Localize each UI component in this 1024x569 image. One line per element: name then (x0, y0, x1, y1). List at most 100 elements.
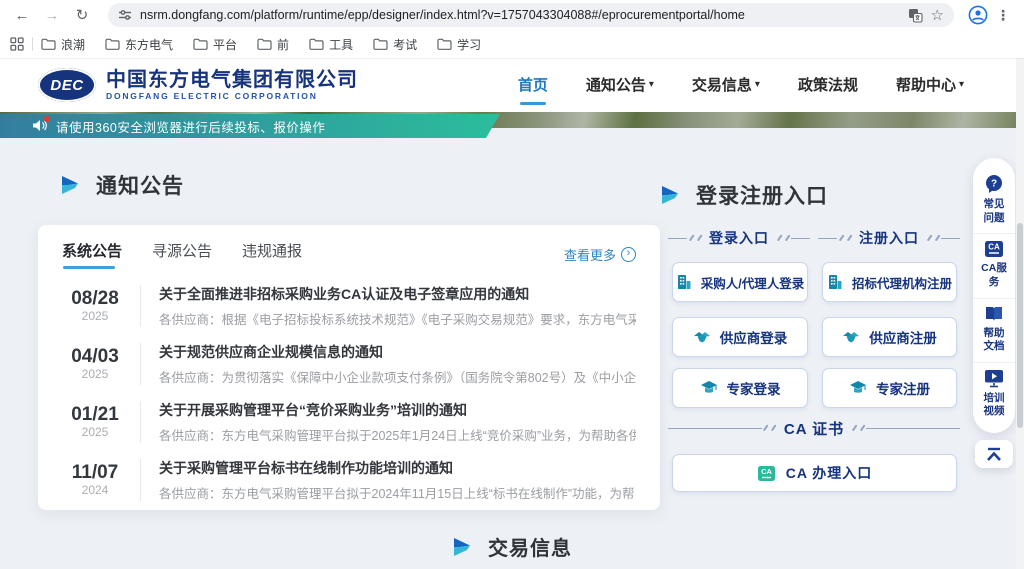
back-icon[interactable]: ← (10, 3, 34, 27)
nav-notices[interactable]: 通知公告▾ (586, 74, 654, 97)
alert-dot (44, 116, 50, 122)
translate-icon[interactable] (908, 8, 923, 23)
help-docs-shortcut[interactable]: 帮助文档 (973, 298, 1015, 362)
quick-access-rail: ? 常见问题 CA CA服务 帮助文档 培训视频 (973, 158, 1015, 433)
training-videos-shortcut[interactable]: 培训视频 (973, 362, 1015, 427)
apps-grid-icon[interactable] (10, 37, 24, 51)
divider (140, 459, 141, 501)
company-logo[interactable]: DEC 中国东方电气集团有限公司 DONGFANG ELECTRIC CORPO… (38, 68, 358, 102)
bookmark-star-icon[interactable]: ☆ (931, 6, 944, 24)
bookmark-folder[interactable]: 学习 (437, 36, 481, 53)
expert-login-button[interactable]: 专家登录 (672, 368, 808, 408)
svg-text:CA: CA (988, 243, 1000, 252)
browser-menu-icon[interactable]: ⋮ (992, 7, 1014, 24)
section-title: 交易信息 (488, 532, 572, 561)
notice-list-item[interactable]: 04/03 2025 关于规范供应商企业规模信息的通知 各供应商：为贯彻落实《保… (62, 335, 636, 392)
handshake-icon (693, 330, 711, 345)
section-title: 通知公告 (96, 170, 184, 200)
notice-date: 11/07 2024 (62, 462, 128, 498)
bidding-agency-register-button[interactable]: 招标代理机构注册 (822, 262, 957, 302)
section-title: 登录注册入口 (696, 180, 828, 210)
bookmark-label: 东方电气 (125, 36, 173, 53)
notice-list-item[interactable]: 08/28 2025 关于全面推进非招标采购业务CA认证及电子签章应用的通知 各… (62, 277, 636, 334)
bookmark-label: 平台 (213, 36, 237, 53)
notice-date: 01/21 2025 (62, 404, 128, 440)
bookmark-folder[interactable]: 前 (257, 36, 289, 53)
chevron-down-icon: ▾ (959, 79, 964, 90)
ca-group-header: CA 证书 (668, 420, 960, 436)
folder-icon (257, 38, 272, 50)
faq-shortcut[interactable]: ? 常见问题 (973, 168, 1015, 233)
expert-register-button[interactable]: 专家注册 (822, 368, 957, 408)
notice-summary: 各供应商：东方电气采购管理平台拟于2024年11月15日上线“标书在线制作”功能… (159, 483, 636, 502)
portal-page: DEC 中国东方电气集团有限公司 DONGFANG ELECTRIC CORPO… (0, 58, 1024, 569)
login-group-header: 登录入口 (668, 230, 810, 246)
nav-policies[interactable]: 政策法规 (798, 74, 858, 97)
bookmark-label: 考试 (393, 36, 417, 53)
forward-icon[interactable]: → (40, 3, 64, 27)
bookmark-label: 工具 (329, 36, 353, 53)
buyer-agent-login-button[interactable]: 采购人/代理人登录 (672, 262, 808, 302)
address-bar[interactable]: nsrm.dongfang.com/platform/runtime/epp/d… (108, 3, 954, 27)
back-to-top-button[interactable] (975, 440, 1013, 468)
view-more-link[interactable]: 查看更多 › (564, 245, 636, 264)
notice-title[interactable]: 关于开展采购管理平台“竞价采购业务”培训的通知 (159, 400, 636, 420)
profile-avatar[interactable] (968, 5, 988, 25)
nav-help-center[interactable]: 帮助中心▾ (896, 74, 964, 97)
graduation-cap-icon (700, 380, 718, 396)
section-arrow-icon (60, 175, 82, 195)
supplier-register-button[interactable]: 供应商注册 (822, 317, 957, 357)
document-icon (984, 305, 1004, 323)
site-header: DEC 中国东方电气集团有限公司 DONGFANG ELECTRIC CORPO… (0, 58, 1024, 112)
url-text[interactable]: nsrm.dongfang.com/platform/runtime/epp/d… (140, 8, 900, 22)
site-settings-icon[interactable] (118, 8, 132, 22)
divider (140, 285, 141, 327)
bookmark-folder[interactable]: 平台 (193, 36, 237, 53)
notices-section-header: 通知公告 (60, 170, 184, 200)
notices-card: 系统公告 寻源公告 违规通报 查看更多 › 08/28 2025 关于全面推进非… (38, 225, 660, 510)
login-section-header: 登录注册入口 (660, 180, 828, 210)
folder-icon (309, 38, 324, 50)
reload-icon[interactable]: ↻ (70, 3, 94, 27)
ca-apply-button[interactable]: CA CA 办理入口 (672, 454, 957, 492)
page-scrollbar[interactable] (1016, 58, 1024, 569)
folder-icon (437, 38, 452, 50)
scrollbar-thumb[interactable] (1017, 223, 1023, 428)
bookmark-folder[interactable]: 考试 (373, 36, 417, 53)
notice-title[interactable]: 关于全面推进非招标采购业务CA认证及电子签章应用的通知 (159, 284, 636, 304)
ca-service-shortcut[interactable]: CA CA服务 (973, 233, 1015, 297)
bookmark-folder[interactable]: 东方电气 (105, 36, 173, 53)
notice-date: 04/03 2025 (62, 346, 128, 382)
bookmark-folder[interactable]: 浪潮 (41, 36, 85, 53)
notice-summary: 各供应商：根据《电子招标投标系统技术规范》《电子采购交易规范》要求，东方电气采购… (159, 309, 636, 328)
tab-system-notices[interactable]: 系统公告 (62, 240, 122, 269)
bookmark-label: 学习 (457, 36, 481, 53)
notice-list-item[interactable]: 01/21 2025 关于开展采购管理平台“竞价采购业务”培训的通知 各供应商：… (62, 393, 636, 450)
video-icon (984, 369, 1004, 388)
notice-title[interactable]: 关于采购管理平台标书在线制作功能培训的通知 (159, 458, 636, 478)
nav-trade-info[interactable]: 交易信息▾ (692, 74, 760, 97)
notice-title[interactable]: 关于规范供应商企业规模信息的通知 (159, 342, 636, 362)
folder-icon (193, 38, 208, 50)
chevron-down-icon: ▾ (649, 79, 654, 90)
notice-banner-text: 请使用360安全浏览器进行后续投标、报价操作 (56, 117, 325, 136)
nav-home[interactable]: 首页 (518, 74, 548, 97)
divider (140, 401, 141, 443)
tab-sourcing-notices[interactable]: 寻源公告 (152, 240, 212, 269)
svg-text:CA: CA (761, 467, 772, 476)
section-arrow-icon (452, 537, 474, 557)
company-name-en: DONGFANG ELECTRIC CORPORATION (106, 91, 358, 101)
browser-notice-banner: 请使用360安全浏览器进行后续投标、报价操作 (0, 114, 500, 138)
circle-chevron-icon: › (621, 247, 636, 262)
bookmark-label: 浪潮 (61, 36, 85, 53)
question-icon: ? (984, 174, 1004, 194)
folder-icon (41, 38, 56, 50)
bookmark-folder[interactable]: 工具 (309, 36, 353, 53)
tab-violation-reports[interactable]: 违规通报 (242, 240, 302, 269)
back-to-top-icon (985, 447, 1003, 462)
folder-icon (105, 38, 120, 50)
notice-list-item[interactable]: 11/07 2024 关于采购管理平台标书在线制作功能培训的通知 各供应商：东方… (62, 451, 636, 508)
building-icon (827, 274, 843, 290)
notice-summary: 各供应商：为贯彻落实《保障中小企业款项支付条例》（国务院令第802号）及《中小企… (159, 367, 636, 386)
supplier-login-button[interactable]: 供应商登录 (672, 317, 808, 357)
